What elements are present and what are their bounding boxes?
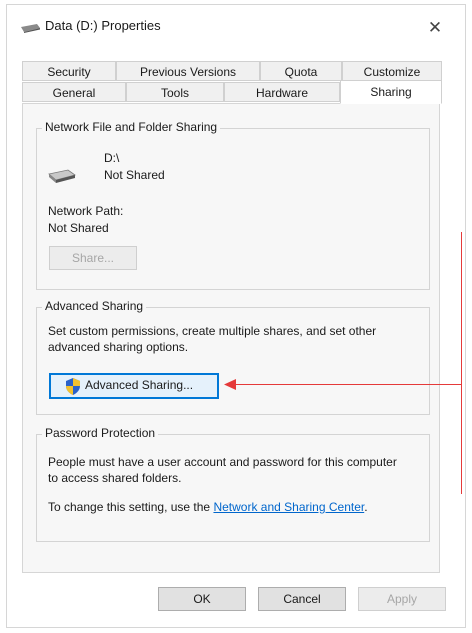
network-sharing-center-link[interactable]: Network and Sharing Center: [213, 500, 364, 514]
tab-security[interactable]: Security: [22, 61, 116, 81]
share-button[interactable]: Share...: [49, 246, 137, 270]
drive-icon: [48, 169, 76, 183]
tab-label: Previous Versions: [139, 65, 237, 79]
uac-shield-icon: [66, 378, 80, 395]
tab-previous-versions[interactable]: Previous Versions: [116, 61, 260, 81]
advanced-sharing-description: Set custom permissions, create multiple …: [48, 324, 377, 354]
drive-name: D:\: [104, 151, 120, 165]
password-protection-group-label: Password Protection: [42, 426, 159, 440]
drive-icon: [21, 24, 40, 33]
tab-quota[interactable]: Quota: [260, 61, 342, 81]
tab-general[interactable]: General: [22, 82, 126, 102]
annotation-arrowhead-icon: [224, 379, 236, 390]
close-button[interactable]: ✕: [417, 13, 453, 43]
apply-button[interactable]: Apply: [358, 587, 446, 611]
advanced-sharing-button-label: Advanced Sharing...: [85, 378, 194, 392]
network-path-value: Not Shared: [48, 221, 109, 235]
tab-label: Security: [47, 65, 91, 79]
annotation-pointer-line: [234, 384, 462, 385]
tab-label: Sharing: [370, 85, 412, 99]
tab-label: General: [52, 86, 96, 100]
tab-label: Hardware: [255, 86, 309, 100]
close-icon: ✕: [427, 18, 443, 37]
ok-button[interactable]: OK: [158, 587, 246, 611]
advanced-sharing-button[interactable]: Advanced Sharing...: [49, 373, 219, 399]
password-change-suffix: .: [364, 500, 368, 514]
tab-tools[interactable]: Tools: [126, 82, 224, 102]
tab-label: Tools: [160, 86, 189, 100]
drive-share-status: Not Shared: [104, 168, 165, 182]
network-path-label: Network Path:: [48, 204, 124, 218]
window-title: Data (D:) Properties: [45, 18, 161, 33]
network-sharing-group-label: Network File and Folder Sharing: [42, 120, 221, 134]
password-protection-group: [36, 434, 430, 542]
password-change-text: To change this setting, use the Network …: [48, 500, 428, 514]
annotation-bracket: [461, 232, 462, 494]
tab-label: Customize: [363, 65, 421, 79]
tab-label: Quota: [284, 65, 318, 79]
password-change-prefix: To change this setting, use the: [48, 500, 214, 514]
title-bar: Data (D:) Properties ✕: [7, 5, 465, 47]
tab-customize[interactable]: Customize: [342, 61, 442, 81]
password-protection-description: People must have a user account and pass…: [48, 455, 397, 485]
tab-hardware[interactable]: Hardware: [224, 82, 340, 102]
advanced-sharing-group-label: Advanced Sharing: [42, 299, 147, 313]
cancel-button[interactable]: Cancel: [258, 587, 346, 611]
tab-sharing[interactable]: Sharing: [340, 80, 442, 104]
